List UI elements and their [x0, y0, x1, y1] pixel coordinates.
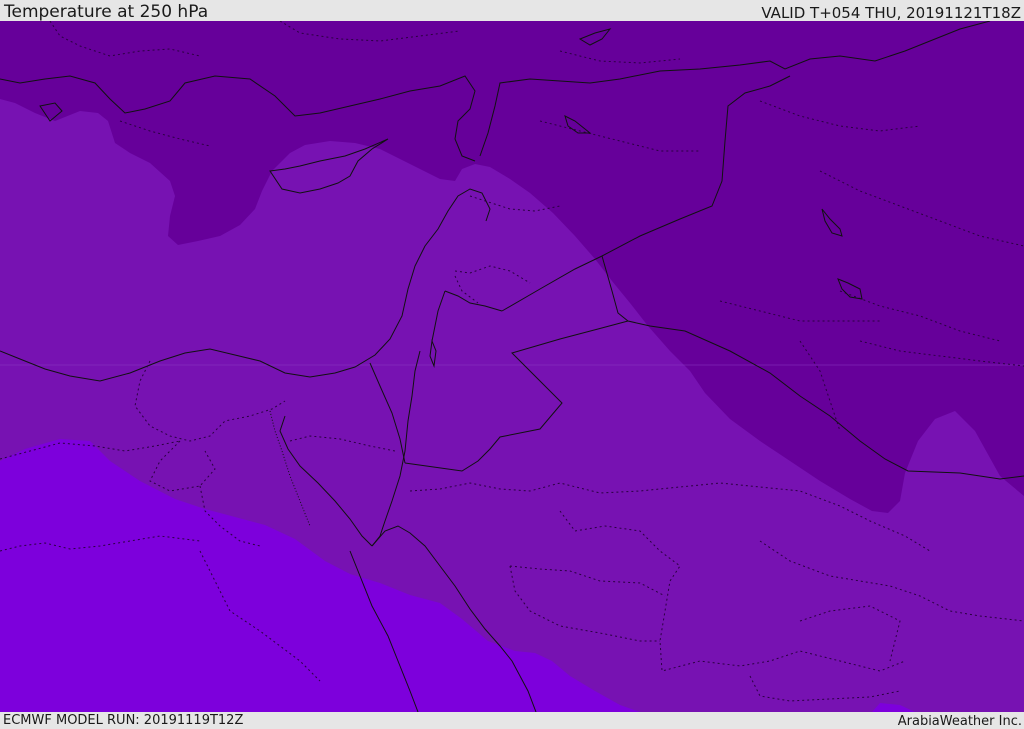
- header-bar: Temperature at 250 hPa VALID T+054 THU, …: [0, 0, 1024, 21]
- map-area[interactable]: [0, 21, 1024, 712]
- map-title: Temperature at 250 hPa: [4, 2, 209, 22]
- model-run-label: ECMWF MODEL RUN: 20191119T12Z: [3, 713, 244, 728]
- map-canvas: [0, 21, 1024, 712]
- footer-bar: ECMWF MODEL RUN: 20191119T12Z ArabiaWeat…: [0, 712, 1024, 729]
- valid-time: VALID T+054 THU, 20191121T18Z: [761, 4, 1021, 22]
- credit-label: ArabiaWeather Inc.: [897, 714, 1022, 729]
